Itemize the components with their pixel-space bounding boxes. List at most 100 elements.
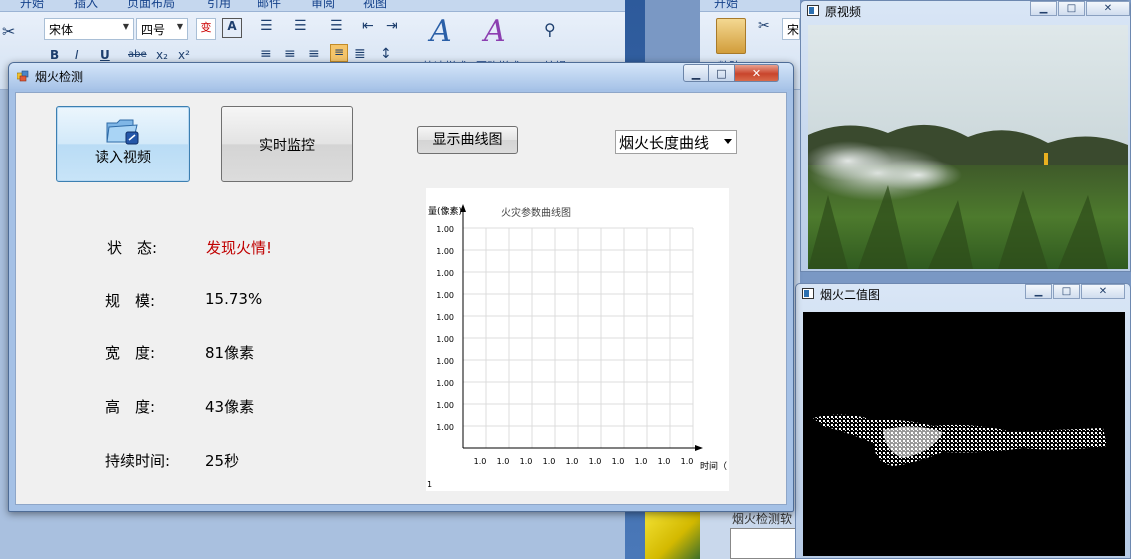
y-tick-label: 1.00 bbox=[436, 335, 454, 344]
word-tab-mail[interactable]: 邮件 bbox=[257, 0, 281, 11]
window-controls: ▁ □ ✕ bbox=[1029, 1, 1130, 16]
duration-value: 25秒 bbox=[205, 452, 240, 470]
maximize-button[interactable]: □ bbox=[1053, 284, 1080, 299]
y-tick-label: 1.00 bbox=[436, 269, 454, 278]
close-button[interactable]: ✕ bbox=[1086, 1, 1130, 16]
word2-page bbox=[730, 528, 800, 559]
chart-svg: 1.00 1.00 1.00 1.00 1.00 1.00 1.00 1.00 1.00 1.00… bbox=[427, 204, 727, 489]
y-tick-label: 1.00 bbox=[436, 291, 454, 300]
word-tab-layout[interactable]: 页面布局 bbox=[127, 0, 175, 11]
window-icon bbox=[807, 5, 819, 16]
window-icon bbox=[802, 288, 814, 299]
chevron-down-icon: ▼ bbox=[176, 22, 183, 31]
minimize-button[interactable]: ▁ bbox=[1025, 284, 1052, 299]
height-label: 高 度: bbox=[105, 398, 156, 416]
word-tab-references[interactable]: 引用 bbox=[207, 0, 231, 11]
duration-label: 持续时间: bbox=[105, 452, 171, 470]
chevron-down-icon: ▼ bbox=[122, 22, 129, 31]
italic-icon[interactable]: I bbox=[75, 48, 79, 62]
fire-parameter-chart: 1.00 1.00 1.00 1.00 1.00 1.00 1.00 1.00 1.00 1.00… bbox=[426, 188, 729, 491]
realtime-monitor-button[interactable]: 实时监控 bbox=[221, 106, 353, 182]
x-axis-label: 时间（ bbox=[700, 460, 727, 472]
font-name-value: 宋体 bbox=[49, 23, 74, 37]
chevron-down-icon bbox=[724, 139, 732, 144]
show-curve-button[interactable]: 显示曲线图 bbox=[417, 126, 518, 154]
quick-styles-icon[interactable]: A bbox=[430, 14, 452, 49]
load-video-button[interactable]: 读入视频 bbox=[56, 106, 190, 182]
folder-icon bbox=[106, 119, 139, 145]
align-left-icon[interactable]: ≡ bbox=[260, 46, 272, 62]
close-button[interactable]: ✕ bbox=[735, 64, 779, 82]
title-bar[interactable]: 烟火检测 ▁ □ ✕ bbox=[9, 63, 793, 89]
x-tick-label: 1.0 bbox=[681, 457, 694, 466]
font-name-select[interactable]: 宋体 ▼ bbox=[44, 18, 134, 40]
minimize-button[interactable]: ▁ bbox=[683, 64, 709, 82]
font-name-select-2[interactable]: 宋 bbox=[782, 18, 800, 40]
paste-icon[interactable] bbox=[716, 18, 746, 54]
height-value: 43像素 bbox=[205, 398, 255, 416]
bold-icon[interactable]: B bbox=[50, 48, 59, 62]
status-value: 发现火情! bbox=[206, 239, 273, 257]
subscript-icon[interactable]: x₂ bbox=[156, 48, 168, 62]
superscript-icon[interactable]: x² bbox=[178, 48, 190, 62]
curve-type-value: 烟火长度曲线 bbox=[619, 134, 710, 152]
scale-value: 15.73% bbox=[205, 290, 263, 308]
bullet-list-icon[interactable]: ☰ bbox=[260, 18, 273, 34]
maximize-button[interactable]: □ bbox=[1058, 1, 1085, 16]
minimize-button[interactable]: ▁ bbox=[1030, 1, 1057, 16]
char-border-icon[interactable]: A bbox=[222, 18, 242, 38]
align-center-icon[interactable]: ≡ bbox=[284, 46, 296, 62]
status-label: 状 态: bbox=[107, 239, 158, 257]
width-value: 81像素 bbox=[205, 344, 255, 362]
strikethrough-icon[interactable]: abe bbox=[128, 49, 147, 60]
y-tick-label: 1.00 bbox=[436, 379, 454, 388]
window-controls: ▁ □ ✕ bbox=[1024, 284, 1125, 299]
y-axis-label: 量(像素) bbox=[428, 205, 462, 217]
binary-video-window: 烟火二值图 ▁ □ ✕ bbox=[795, 283, 1131, 559]
binoculars-icon[interactable]: ⚲ bbox=[544, 20, 556, 39]
justify-icon[interactable]: ≡ bbox=[330, 44, 348, 62]
cut-icon[interactable]: ✂ bbox=[758, 18, 770, 34]
word2-tab-home[interactable]: 开始 bbox=[714, 0, 738, 11]
realtime-monitor-label: 实时监控 bbox=[259, 138, 315, 154]
smoke-fire-detection-window: 烟火检测 ▁ □ ✕ 读入视频 实时监控 显示曲线图 烟火长度曲线 状 态: 发… bbox=[8, 62, 794, 512]
distribute-icon[interactable]: ≣ bbox=[354, 46, 366, 62]
maximize-button[interactable]: □ bbox=[709, 64, 735, 82]
binary-video-frame bbox=[803, 312, 1125, 556]
cut-icon[interactable]: ✂ bbox=[2, 22, 15, 41]
x-axis-arrow bbox=[695, 445, 703, 451]
word-tab-home[interactable]: 开始 bbox=[20, 0, 44, 11]
y-tick-label: 1.00 bbox=[436, 357, 454, 366]
origin-label: 1 bbox=[427, 480, 432, 489]
font-name-value-2: 宋 bbox=[787, 23, 800, 37]
word2-doc-text: 烟火检测软 bbox=[732, 512, 793, 526]
x-tick-label: 1.0 bbox=[566, 457, 579, 466]
align-right-icon[interactable]: ≡ bbox=[308, 46, 320, 62]
font-size-select[interactable]: 四号 ▼ bbox=[136, 18, 188, 40]
curve-type-select[interactable]: 烟火长度曲线 bbox=[615, 130, 737, 154]
y-tick-label: 1.00 bbox=[436, 247, 454, 256]
y-tick-label: 1.00 bbox=[436, 313, 454, 322]
line-spacing-icon[interactable]: ↕ bbox=[380, 46, 392, 62]
change-styles-icon[interactable]: A bbox=[484, 14, 506, 49]
word-tab-view[interactable]: 视图 bbox=[363, 0, 387, 11]
load-video-label: 读入视频 bbox=[95, 150, 151, 166]
app-icon bbox=[17, 70, 29, 82]
x-tick-label: 1.0 bbox=[589, 457, 602, 466]
x-tick-label: 1.0 bbox=[612, 457, 625, 466]
x-tick-label: 1.0 bbox=[520, 457, 533, 466]
y-tick-label: 1.00 bbox=[436, 423, 454, 432]
x-tick-label: 1.0 bbox=[658, 457, 671, 466]
font-size-value: 四号 bbox=[141, 23, 166, 37]
close-button[interactable]: ✕ bbox=[1081, 284, 1125, 299]
x-tick-label: 1.0 bbox=[474, 457, 487, 466]
word-tab-insert[interactable]: 插入 bbox=[74, 0, 98, 11]
multilevel-list-icon[interactable]: ☰ bbox=[330, 18, 343, 34]
phonetic-icon[interactable]: 变 bbox=[196, 18, 216, 40]
numbered-list-icon[interactable]: ☰ bbox=[294, 18, 307, 34]
word-tab-review[interactable]: 审阅 bbox=[311, 0, 335, 11]
underline-icon[interactable]: U bbox=[100, 48, 110, 62]
window-controls: ▁ □ ✕ bbox=[683, 64, 779, 82]
decrease-indent-icon[interactable]: ⇤ bbox=[362, 18, 374, 34]
increase-indent-icon[interactable]: ⇥ bbox=[386, 18, 398, 34]
